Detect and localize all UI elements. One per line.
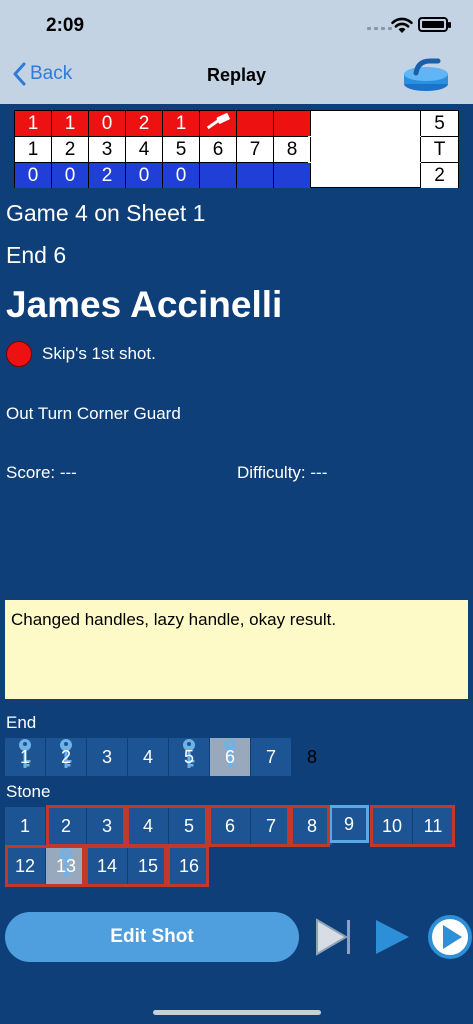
status-bar: 2:09 <box>0 0 473 48</box>
stone-button-13[interactable]: 13 <box>46 847 86 885</box>
stone-section-label: Stone <box>6 782 51 801</box>
hammer-icon <box>206 113 230 130</box>
end-button-8[interactable]: 8 <box>292 738 332 776</box>
cellular-signal-icon <box>367 27 392 30</box>
end-button-4[interactable]: 4 <box>128 738 168 776</box>
end-button-3[interactable]: 3 <box>87 738 127 776</box>
end-button-7[interactable]: 7 <box>251 738 291 776</box>
stone-button-8[interactable]: 8 <box>292 807 332 845</box>
scoreboard-ends-row: 1 2 3 4 5 6 7 8 <box>15 137 311 162</box>
game-info: Game 4 on Sheet 1 <box>6 200 206 226</box>
score-cell: 1 <box>163 111 200 136</box>
shot-description: Skip's 1st shot. <box>42 344 156 363</box>
score-cell: 0 <box>15 163 52 188</box>
end-section-label: End <box>6 713 37 732</box>
score-cell: 1 <box>15 111 52 136</box>
stone-button-16[interactable]: 16 <box>169 847 209 885</box>
stone-button-1[interactable]: 1 <box>5 807 45 845</box>
score-cell-hammer <box>200 111 237 136</box>
shot-notes[interactable]: Changed handles, lazy handle, okay resul… <box>5 600 468 699</box>
end-button-6[interactable]: 6 <box>210 738 250 776</box>
scoreboard-red-row: 1 1 0 2 1 <box>15 111 311 136</box>
stone-button-14[interactable]: 14 <box>87 847 127 885</box>
score-cell: 2 <box>89 163 126 188</box>
end-number: 1 <box>15 137 52 162</box>
end-number: 7 <box>237 137 274 162</box>
end-number: 8 <box>274 137 311 162</box>
next-circle-icon[interactable] <box>427 914 473 960</box>
stone-button-10[interactable]: 10 <box>372 807 412 845</box>
end-number: 2 <box>52 137 89 162</box>
red-stone-icon <box>6 341 32 367</box>
score-cell: 0 <box>52 163 89 188</box>
end-info: End 6 <box>6 242 67 268</box>
curling-stone-icon[interactable] <box>402 58 450 92</box>
stone-selector: 1 2 3 4 5 6 7 8 9 10 11 12 13 14 15 16 <box>4 805 470 887</box>
end-button-2[interactable]: 2 <box>46 738 86 776</box>
score-value: Score: --- <box>6 463 77 482</box>
stone-button-5[interactable]: 5 <box>169 807 209 845</box>
score-cell: 1 <box>52 111 89 136</box>
end-number: 6 <box>200 137 237 162</box>
total-blue: 2 <box>420 163 458 188</box>
end-button-5[interactable]: 5 <box>169 738 209 776</box>
step-forward-icon[interactable] <box>314 917 352 957</box>
stone-button-12[interactable]: 12 <box>5 847 45 885</box>
end-number: 5 <box>163 137 200 162</box>
total-label: T <box>420 137 458 162</box>
stone-button-6[interactable]: 6 <box>210 807 250 845</box>
wifi-icon <box>391 17 413 33</box>
play-icon[interactable] <box>373 917 411 957</box>
shot-type: Out Turn Corner Guard <box>6 404 181 423</box>
scoreboard: 1 1 0 2 1 1 2 3 4 5 6 7 8 0 0 2 0 0 5 T … <box>14 110 459 188</box>
stone-button-9[interactable]: 9 <box>329 805 369 843</box>
stone-button-11[interactable]: 11 <box>413 807 453 845</box>
stone-button-4[interactable]: 4 <box>128 807 168 845</box>
score-cell <box>274 163 311 188</box>
edit-shot-button[interactable]: Edit Shot <box>5 912 299 962</box>
score-cell: 2 <box>126 111 163 136</box>
home-indicator <box>153 1010 321 1015</box>
end-number: 3 <box>89 137 126 162</box>
stone-button-15[interactable]: 15 <box>128 847 168 885</box>
score-cell <box>200 163 237 188</box>
score-cell <box>274 111 311 136</box>
stone-button-7[interactable]: 7 <box>251 807 291 845</box>
total-red: 5 <box>420 111 458 136</box>
score-cell <box>237 111 274 136</box>
score-cell: 0 <box>89 111 126 136</box>
status-time: 2:09 <box>46 15 85 36</box>
battery-icon <box>418 17 451 32</box>
scoreboard-blue-row: 0 0 2 0 0 <box>15 163 311 188</box>
score-cell <box>237 163 274 188</box>
stone-button-2[interactable]: 2 <box>46 807 86 845</box>
end-button-1[interactable]: 1 <box>5 738 45 776</box>
end-selector: 1 2 3 4 5 6 7 8 <box>5 738 333 776</box>
navigation-bar: Back Replay <box>0 48 473 104</box>
score-cell: 0 <box>126 163 163 188</box>
score-cell: 0 <box>163 163 200 188</box>
stone-button-3[interactable]: 3 <box>87 807 127 845</box>
player-name: James Accinelli <box>6 284 283 325</box>
end-number: 4 <box>126 137 163 162</box>
difficulty-value: Difficulty: --- <box>237 463 328 482</box>
